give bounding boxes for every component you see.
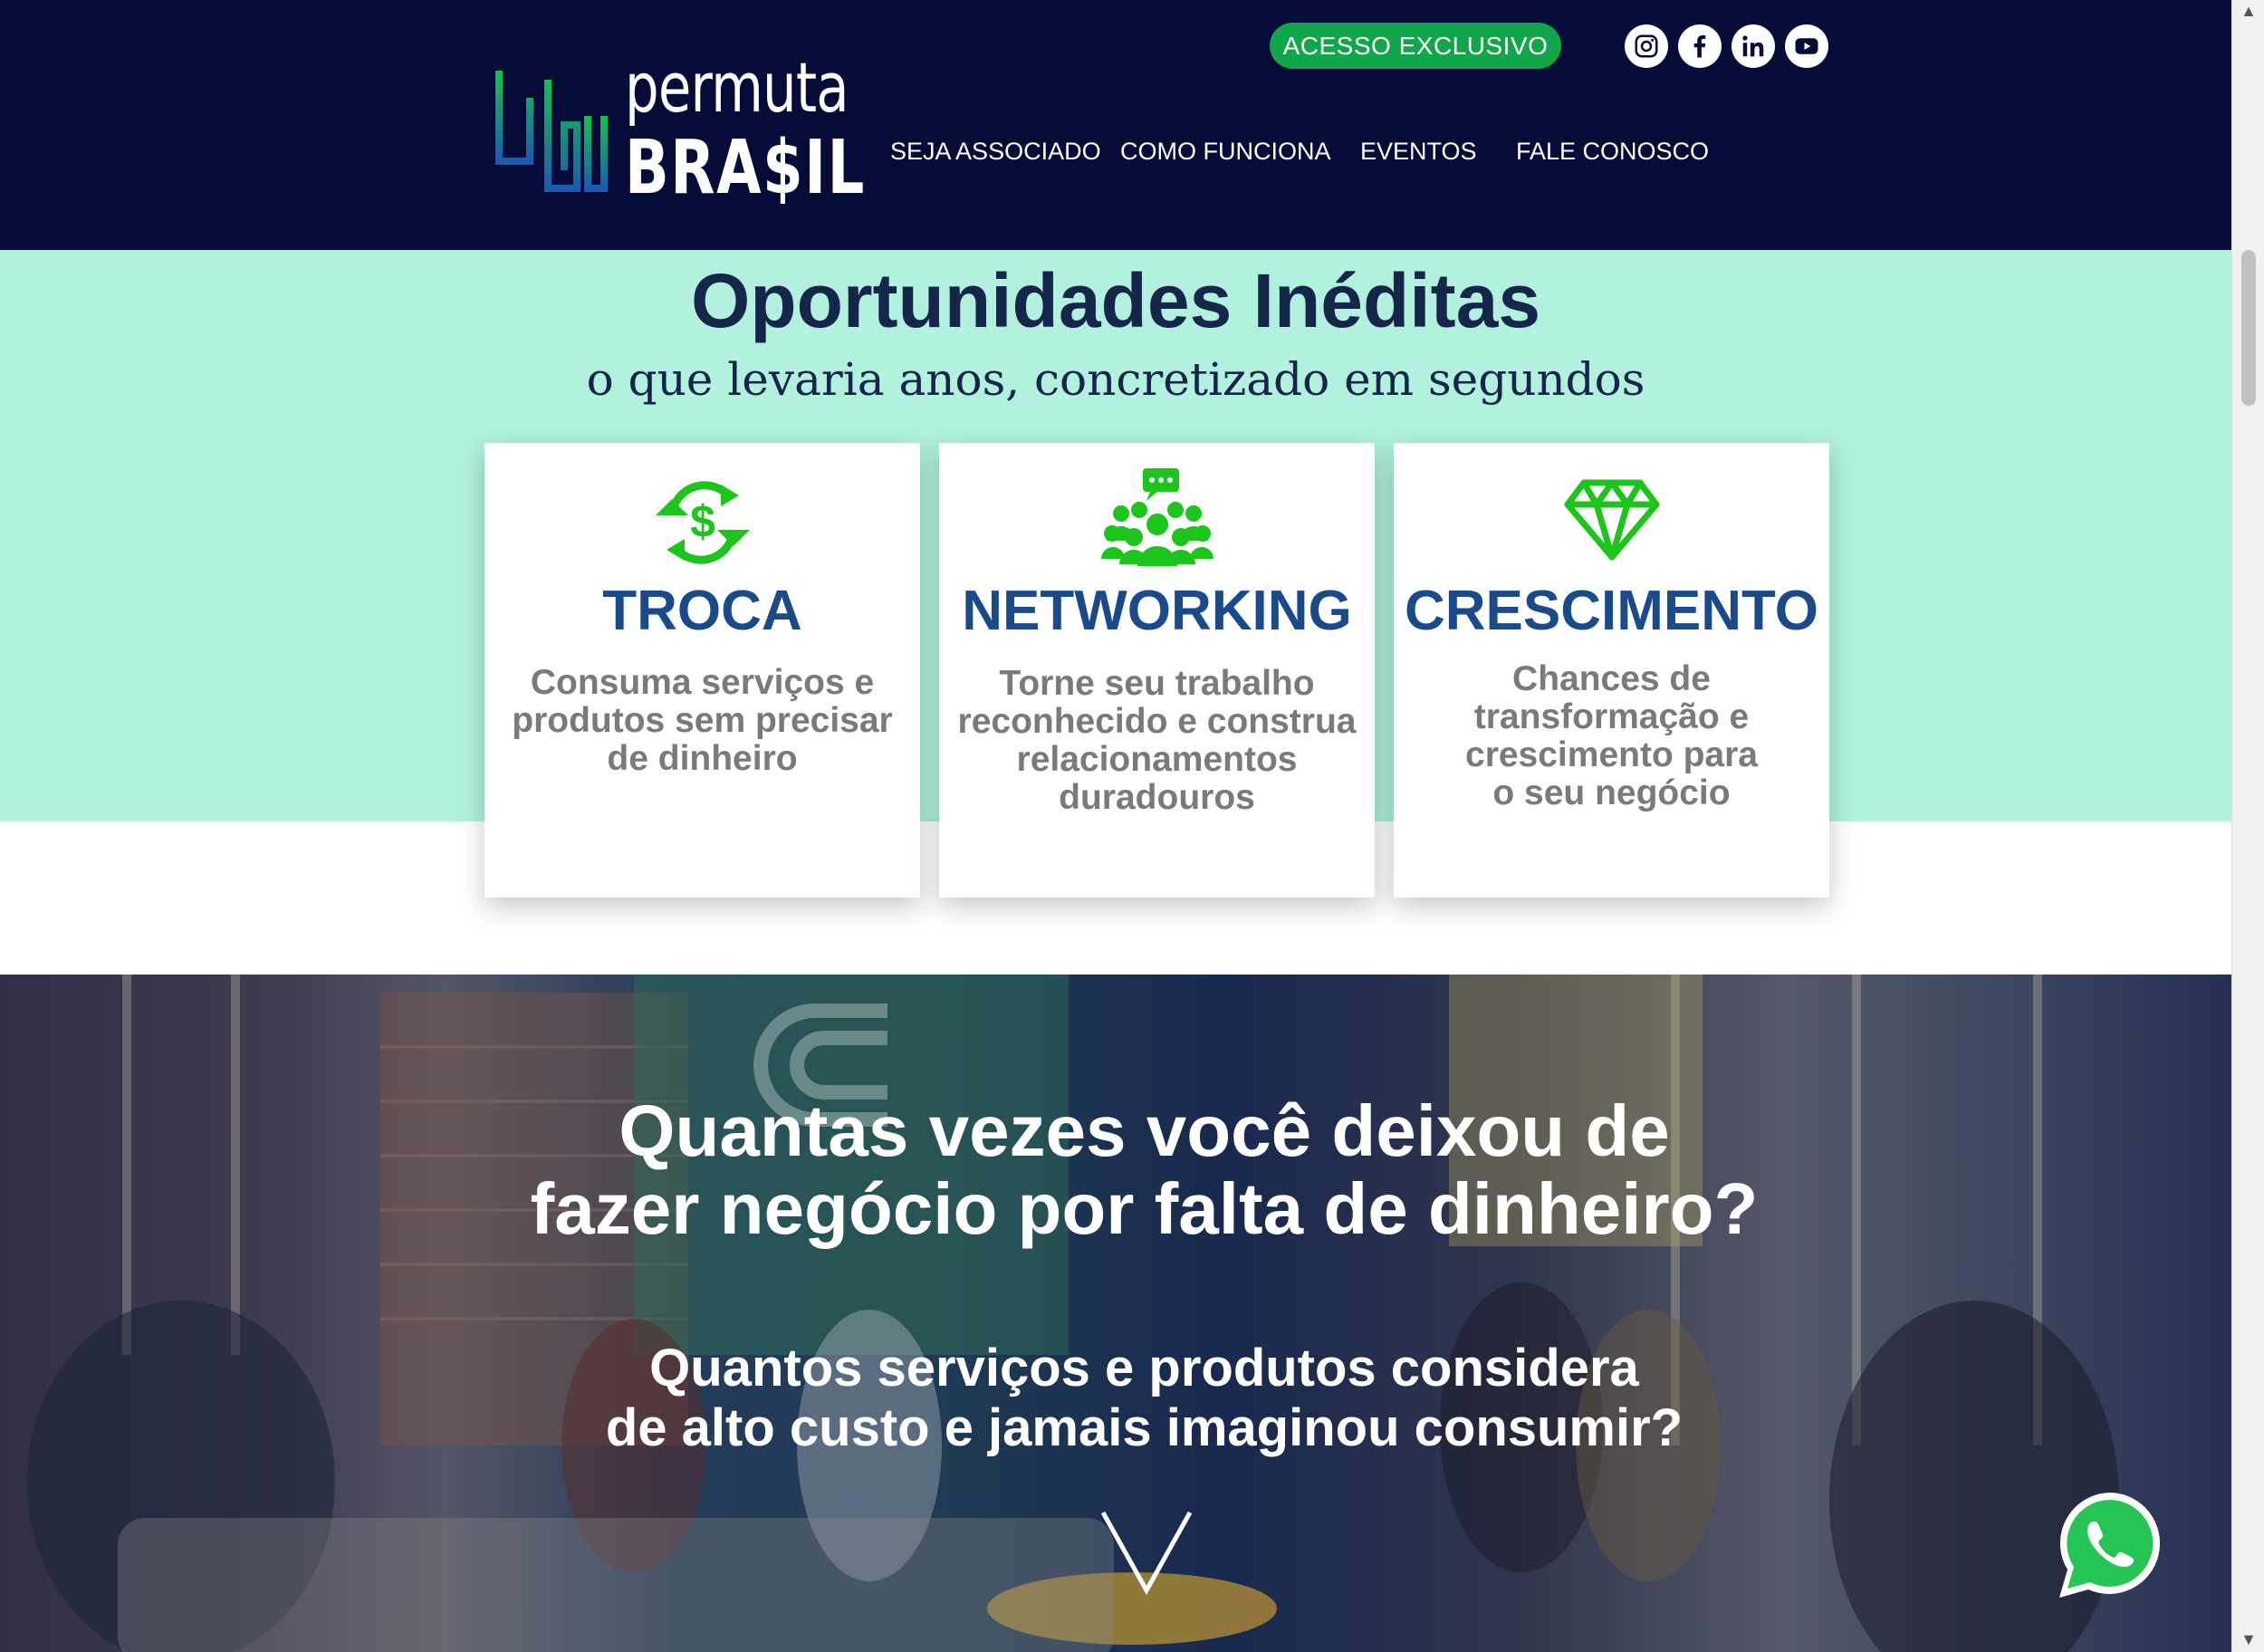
svg-text:$: $ xyxy=(690,496,715,547)
whatsapp-button[interactable] xyxy=(2052,1485,2170,1603)
card-troca: $ TROCA Consuma serviços e produtos sem … xyxy=(484,443,920,898)
logo[interactable]: permuta BRA$IL xyxy=(494,47,864,211)
nav-fale-conosco[interactable]: FALE CONOSCO xyxy=(1516,138,1709,166)
card-title-networking: NETWORKING xyxy=(962,580,1352,642)
site-header: permuta BRA$IL ACESSO EXCLUSIVO SEJA ASS… xyxy=(0,0,2231,250)
card-text-networking: Torne seu trabalho reconhecido e constru… xyxy=(957,664,1357,817)
hero-question-2: Quantos serviços e produtos considera de… xyxy=(605,1339,1684,1457)
card-title-crescimento: CRESCIMENTO xyxy=(1404,580,1818,642)
instagram-icon xyxy=(1635,34,1658,58)
opportunities-title: Oportunidades Inéditas xyxy=(690,258,1541,343)
scrollbar-thumb[interactable] xyxy=(2241,250,2256,406)
hero-section: Quantas vezes você deixou de fazer negóc… xyxy=(0,975,2231,1652)
instagram-link[interactable] xyxy=(1625,24,1668,68)
youtube-link[interactable] xyxy=(1785,24,1828,68)
opportunities-subtitle: o que levaria anos, concretizado em segu… xyxy=(586,353,1645,406)
facebook-link[interactable] xyxy=(1678,24,1722,68)
diamond-icon xyxy=(1564,479,1659,561)
linkedin-link[interactable] xyxy=(1732,24,1775,68)
facebook-icon xyxy=(1693,35,1706,58)
card-text-crescimento: Chances de transformação e crescimento p… xyxy=(1465,659,1758,812)
exclusive-access-button[interactable]: ACESSO EXCLUSIVO xyxy=(1270,23,1561,69)
page-scrollbar[interactable]: ▲ ▼ xyxy=(2231,0,2264,1652)
people-chat-icon xyxy=(1100,468,1214,566)
logo-mark-icon xyxy=(495,67,608,192)
whatsapp-icon xyxy=(2059,1492,2161,1598)
nav-eventos[interactable]: EVENTOS xyxy=(1360,138,1477,166)
hero-question-1: Quantas vezes você deixou de fazer negóc… xyxy=(530,1090,1759,1249)
nav-seja-associado[interactable]: SEJA ASSOCIADO xyxy=(890,138,1101,166)
logo-text-brasil: BRA$IL xyxy=(625,125,866,211)
scroll-down-arrow-icon[interactable]: ▼ xyxy=(2240,1630,2258,1648)
linkedin-icon xyxy=(1742,35,1764,57)
chevron-down-icon[interactable] xyxy=(1099,1509,1194,1596)
money-exchange-icon: $ xyxy=(655,481,750,564)
card-text-troca: Consuma serviços e produtos sem precisar… xyxy=(512,663,893,778)
nav-como-funciona[interactable]: COMO FUNCIONA xyxy=(1120,138,1331,166)
card-crescimento: CRESCIMENTO Chances de transformação e c… xyxy=(1394,443,1829,898)
card-title-troca: TROCA xyxy=(602,580,802,642)
card-networking: NETWORKING Torne seu trabalho reconhecid… xyxy=(939,443,1375,898)
logo-text-permuta: permuta xyxy=(625,47,849,128)
youtube-icon xyxy=(1795,38,1818,54)
scroll-up-arrow-icon[interactable]: ▲ xyxy=(2240,2,2258,20)
